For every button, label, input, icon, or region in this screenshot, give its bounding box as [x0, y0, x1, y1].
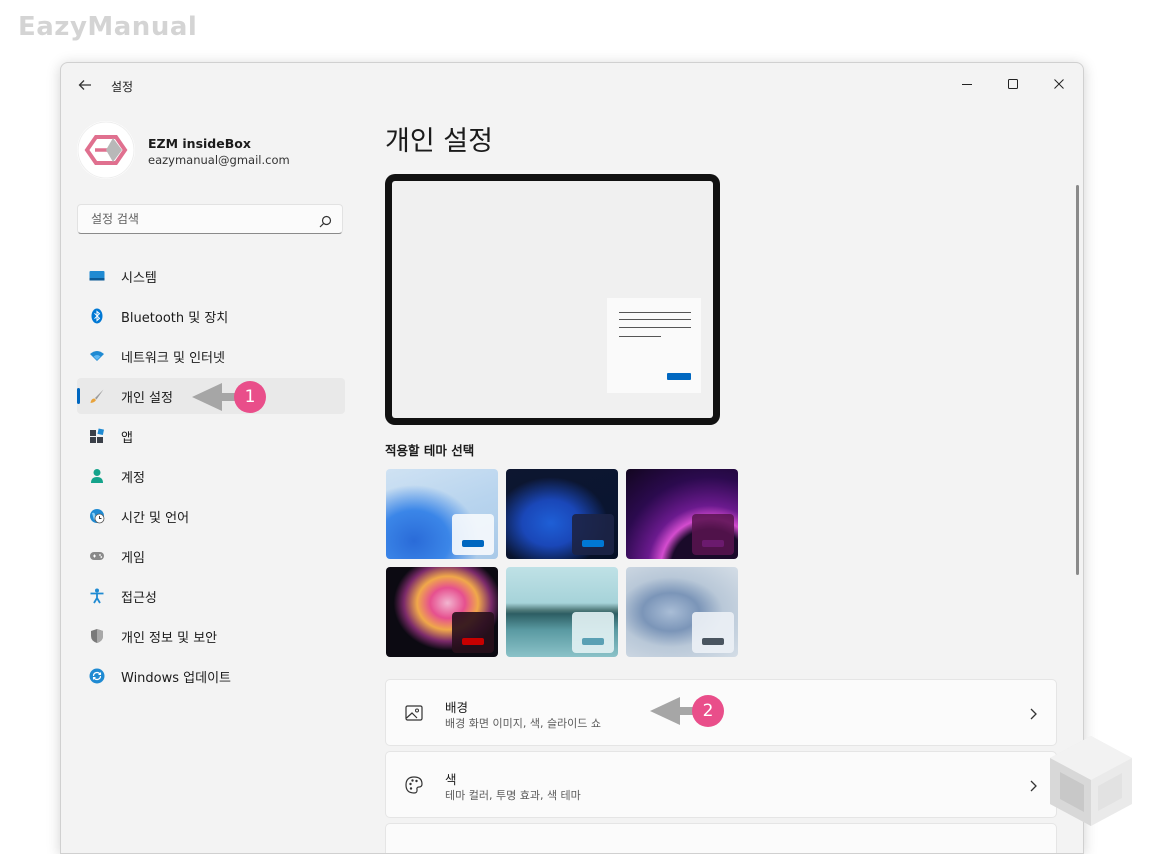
- preview-line: [619, 336, 661, 337]
- update-icon: [89, 668, 105, 684]
- chevron-right-icon: [1028, 706, 1038, 720]
- close-button[interactable]: [1037, 68, 1081, 100]
- image-icon: [404, 703, 424, 723]
- maximize-button[interactable]: [991, 68, 1035, 100]
- theme-tile-glow[interactable]: [626, 469, 738, 559]
- theme-accent-pill: [462, 540, 484, 547]
- next-settings-card[interactable]: [385, 823, 1057, 853]
- theme-accent-badge: [572, 514, 614, 555]
- theme-preview: [385, 174, 720, 425]
- globe-clock-icon: [89, 508, 105, 524]
- theme-section-label: 적용할 테마 선택: [385, 443, 475, 458]
- theme-accent-pill: [462, 638, 484, 645]
- search-input[interactable]: [89, 211, 313, 227]
- step-2-badge: 2: [692, 695, 724, 727]
- theme-accent-badge: [452, 514, 494, 555]
- theme-accent-pill: [702, 540, 724, 547]
- sidebar-item-label: 게임: [121, 550, 145, 566]
- preview-line: [619, 327, 691, 328]
- theme-accent-badge: [692, 612, 734, 653]
- title-bar: 설정: [61, 63, 1083, 109]
- sidebar-item-windows-update[interactable]: Windows 업데이트: [77, 658, 345, 694]
- theme-accent-pill: [582, 638, 604, 645]
- preview-dialog: [607, 298, 701, 393]
- monitor-icon: [89, 268, 105, 284]
- card-title: 배경: [445, 700, 469, 715]
- sidebar-item-label: 개인 설정: [121, 390, 173, 406]
- sidebar-item-time-language[interactable]: 시간 및 언어: [77, 498, 345, 534]
- callout-arrow: [192, 383, 222, 411]
- sidebar-item-label: 네트워크 및 인터넷: [121, 350, 225, 366]
- scrollbar[interactable]: [1076, 185, 1079, 575]
- shield-icon: [89, 628, 105, 644]
- color-settings-card[interactable]: 색 테마 컬러, 투명 효과, 색 테마: [385, 751, 1057, 818]
- sidebar-item-label: 계정: [121, 470, 145, 486]
- card-subtitle: 테마 컬러, 투명 효과, 색 테마: [445, 789, 581, 802]
- sidebar-item-label: 접근성: [121, 590, 157, 606]
- callout-arrow: [650, 697, 680, 725]
- gamepad-icon: [89, 548, 105, 564]
- sidebar-item-network[interactable]: 네트워크 및 인터넷: [77, 338, 345, 374]
- bluetooth-icon: [89, 308, 105, 324]
- sidebar-item-system[interactable]: 시스템: [77, 258, 345, 294]
- cube-logo-icon: [1046, 732, 1136, 828]
- step-1-badge: 1: [234, 381, 266, 413]
- brand-watermark: EazyManual: [18, 12, 198, 42]
- theme-tile-windows-light[interactable]: [386, 469, 498, 559]
- search-icon[interactable]: [319, 213, 332, 228]
- card-subtitle: 배경 화면 이미지, 색, 슬라이드 쇼: [445, 717, 602, 730]
- sidebar-item-bluetooth[interactable]: Bluetooth 및 장치: [77, 298, 345, 334]
- wifi-icon: [89, 348, 105, 364]
- palette-icon: [404, 775, 424, 795]
- back-arrow-icon[interactable]: [77, 77, 95, 95]
- settings-window: 설정 EZM insideBox eazymanual@gmail.com 설정…: [60, 62, 1084, 854]
- sidebar-item-label: 시스템: [121, 270, 157, 286]
- paintbrush-icon: [89, 388, 105, 404]
- profile-email: eazymanual@gmail.com: [148, 153, 290, 167]
- preview-line: [619, 312, 691, 313]
- avatar[interactable]: [77, 121, 135, 179]
- step-1-callout: 1: [192, 381, 266, 413]
- theme-accent-pill: [702, 638, 724, 645]
- sidebar-item-gaming[interactable]: 게임: [77, 538, 345, 574]
- theme-accent-badge: [452, 612, 494, 653]
- page-title: 개인 설정: [385, 126, 493, 157]
- theme-tile-windows-dark[interactable]: [506, 469, 618, 559]
- app-title: 설정: [111, 80, 134, 94]
- sidebar-item-privacy-security[interactable]: 개인 정보 및 보안: [77, 618, 345, 654]
- sidebar-nav: 시스템 Bluetooth 및 장치 네트워크 및 인터넷 개인 설정 앱 계정…: [77, 258, 345, 698]
- sidebar-item-label: 개인 정보 및 보안: [121, 630, 218, 646]
- sidebar-item-label: 시간 및 언어: [121, 510, 190, 526]
- preview-button: [667, 373, 691, 380]
- sidebar-item-label: Windows 업데이트: [121, 670, 232, 686]
- preview-line: [619, 319, 691, 320]
- sidebar-item-accessibility[interactable]: 접근성: [77, 578, 345, 614]
- theme-accent-badge: [692, 514, 734, 555]
- minimize-button[interactable]: [945, 68, 989, 100]
- theme-accent-badge: [572, 612, 614, 653]
- theme-tile-sunrise[interactable]: [506, 567, 618, 657]
- card-title: 색: [445, 772, 457, 787]
- sidebar-item-label: Bluetooth 및 장치: [121, 310, 229, 326]
- sidebar-item-apps[interactable]: 앱: [77, 418, 345, 454]
- accessibility-icon: [89, 588, 105, 604]
- selection-indicator: [77, 388, 80, 404]
- sidebar-item-accounts[interactable]: 계정: [77, 458, 345, 494]
- chevron-right-icon: [1028, 778, 1038, 792]
- profile-name: EZM insideBox: [148, 136, 251, 151]
- apps-icon: [89, 428, 105, 444]
- person-icon: [89, 468, 105, 484]
- search-box[interactable]: [77, 204, 343, 234]
- preview-screen: [392, 181, 713, 418]
- theme-accent-pill: [582, 540, 604, 547]
- step-2-callout: 2: [650, 695, 724, 727]
- theme-tile-flow[interactable]: [626, 567, 738, 657]
- theme-tile-captured-motion[interactable]: [386, 567, 498, 657]
- sidebar-item-label: 앱: [121, 430, 133, 446]
